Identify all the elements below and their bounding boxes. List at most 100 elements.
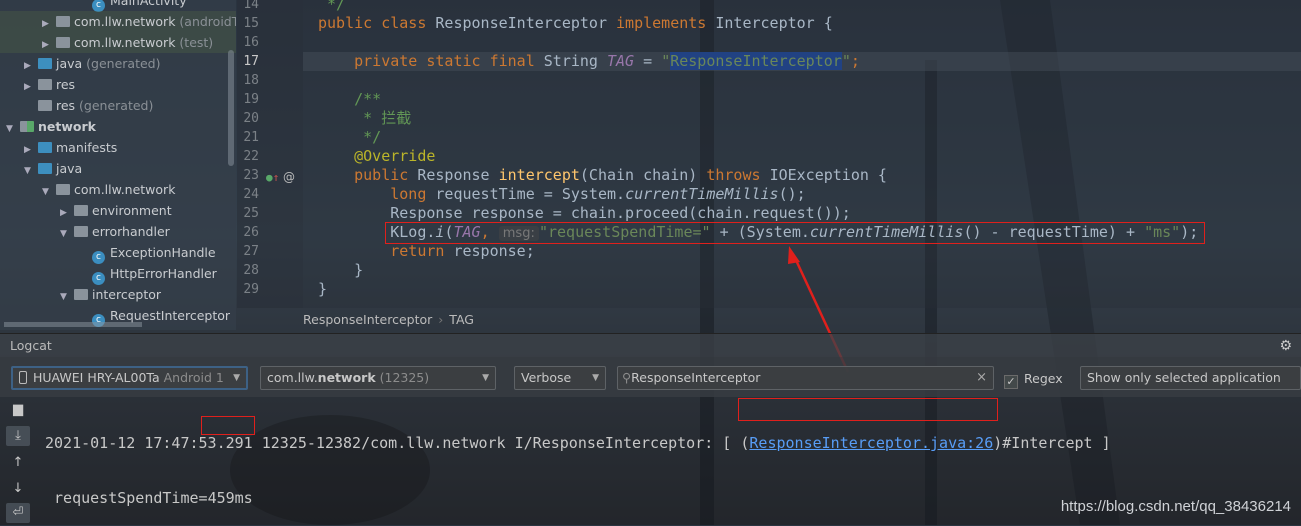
scrollbar[interactable] xyxy=(228,50,234,166)
package-icon xyxy=(56,16,70,27)
arrow-down-icon[interactable]: ↓ xyxy=(6,479,30,499)
tree-item-label: com.llw.network xyxy=(74,14,176,29)
tree-item[interactable]: c HttpErrorHandler xyxy=(0,263,236,285)
line-number: 14 xyxy=(243,0,259,12)
tree-item[interactable]: ▶com.llw.network (androidTest) xyxy=(0,11,236,32)
search-icon: ⚲ xyxy=(622,370,632,385)
code-line[interactable]: } xyxy=(318,280,327,299)
code-line[interactable]: * 拦截 xyxy=(318,109,411,128)
module-icon xyxy=(20,121,34,132)
line-number: 25 xyxy=(243,206,259,221)
code-token: Response xyxy=(417,166,499,184)
tree-item-label: res xyxy=(56,77,76,92)
tree-item[interactable]: c ExceptionHandle xyxy=(0,242,236,264)
tree-item-label: MainActivity xyxy=(110,0,187,8)
code-line[interactable]: return response; xyxy=(318,242,535,261)
annotation-highlight-value xyxy=(201,416,255,435)
code-token: } xyxy=(318,261,364,279)
process-select[interactable]: com.llw.network (12325) ▼ xyxy=(260,366,496,390)
chevron-down-icon: ▼ xyxy=(233,373,240,383)
log-prefix: 2021-01-12 17:47:53.291 12325-12382/com.… xyxy=(45,434,750,452)
log-line: 2021-01-12 17:47:53.291 12325-12382/com.… xyxy=(45,434,1111,453)
logcat-search-input[interactable]: ⚲ResponseInterceptor × xyxy=(617,366,994,390)
code-line[interactable]: long requestTime = System.currentTimeMil… xyxy=(318,185,806,204)
tree-item[interactable]: c MainActivity xyxy=(0,0,236,12)
package-icon xyxy=(74,205,88,216)
tree-item[interactable]: res (generated) xyxy=(0,95,236,116)
code-token: ; xyxy=(850,52,860,70)
tree-item-label: res xyxy=(56,98,76,113)
tree-item-qualifier: (generated) xyxy=(75,98,154,113)
implements-method-icon[interactable]: ●↑ xyxy=(266,171,279,184)
horizontal-scrollbar[interactable] xyxy=(4,322,142,327)
code-token: requestTime = System. xyxy=(435,185,626,203)
tree-item[interactable]: ▶ manifests xyxy=(0,137,236,158)
code-line[interactable]: Response response = chain.proceed(chain.… xyxy=(318,204,851,223)
tree-item[interactable]: ▶ java (generated) xyxy=(0,53,236,74)
project-tree: cMainActivity▶com.llw.network (androidTe… xyxy=(0,0,236,330)
gear-icon[interactable]: ⚙ xyxy=(1279,334,1292,358)
package-icon xyxy=(56,184,70,195)
trash-icon[interactable]: ▆ xyxy=(6,400,30,420)
tree-item[interactable]: ▼ interceptor xyxy=(0,284,236,305)
device-android-version: Android 1 xyxy=(159,370,224,385)
code-line[interactable]: @Override xyxy=(318,147,435,166)
code-line[interactable]: /** xyxy=(318,90,381,109)
line-number: 28 xyxy=(243,263,259,278)
breadcrumb-class[interactable]: ResponseInterceptor xyxy=(303,312,432,327)
tree-item[interactable]: ▶ res xyxy=(0,74,236,95)
code-line[interactable]: */ xyxy=(318,128,381,147)
code-line[interactable]: private static final String TAG = "Respo… xyxy=(303,52,1301,71)
tree-item[interactable]: ▼ errorhandler xyxy=(0,221,236,242)
tree-item-qualifier: (test) xyxy=(175,35,214,50)
code-token: " xyxy=(661,52,671,70)
arrow-up-icon[interactable]: ↑ xyxy=(6,453,30,473)
log-suffix: )#Intercept ] xyxy=(993,434,1111,452)
line-number: 23 xyxy=(243,168,259,183)
code-line[interactable]: */ xyxy=(318,0,345,14)
code-token: TAG xyxy=(607,52,635,70)
tree-item[interactable]: ▼ java xyxy=(0,158,236,179)
log-message: requestSpendTime= xyxy=(45,489,208,507)
tree-item[interactable]: ▶ environment xyxy=(0,200,236,221)
code-token: return xyxy=(318,242,454,260)
tree-item-label: environment xyxy=(92,203,172,218)
code-token: Response response = chain.proceed(chain.… xyxy=(318,204,851,222)
tree-item[interactable]: ▶ com.llw.network (test) xyxy=(0,32,236,53)
code-line[interactable]: } xyxy=(318,261,363,280)
code-line[interactable]: public class ResponseInterceptor impleme… xyxy=(318,14,833,33)
code-editor[interactable]: */public class ResponseInterceptor imple… xyxy=(303,0,1301,308)
log-value: 459ms xyxy=(207,489,253,507)
code-token: } xyxy=(318,280,328,298)
regex-label: Regex xyxy=(1024,371,1063,386)
check-icon: ✓ xyxy=(1004,375,1018,389)
line-number: 27 xyxy=(243,244,259,259)
chevron-down-icon: ▼ xyxy=(592,373,599,383)
tree-item[interactable]: ▼ network xyxy=(0,116,236,137)
package-icon xyxy=(74,289,88,300)
log-line: requestSpendTime=459ms xyxy=(45,489,1111,508)
filter-select[interactable]: Show only selected application xyxy=(1080,366,1301,390)
line-number: 16 xyxy=(243,35,259,50)
source-link[interactable]: ResponseInterceptor.java:26 xyxy=(749,434,993,452)
override-annotation-icon[interactable]: @ xyxy=(283,170,295,184)
process-name: network xyxy=(317,370,376,385)
log-level-select[interactable]: Verbose ▼ xyxy=(514,366,606,390)
breadcrumb-field[interactable]: TAG xyxy=(449,312,474,327)
regex-checkbox[interactable]: ✓ Regex xyxy=(1004,371,1063,389)
code-token: @Override xyxy=(318,147,436,165)
clear-icon[interactable]: × xyxy=(976,367,987,389)
device-select[interactable]: HUAWEI HRY-AL00Ta Android 1 ▼ xyxy=(11,366,248,390)
tree-item-label: manifests xyxy=(56,140,118,155)
line-number-gutter: ●↑ @ 14 15 16 17 18 19 20 21 22 23 24 25 26 27 28 29 xyxy=(237,0,303,308)
line-number: 29 xyxy=(243,282,259,297)
scroll-to-end-icon[interactable]: ⤓ xyxy=(6,426,30,446)
code-line[interactable]: public Response intercept(Chain chain) t… xyxy=(318,166,887,185)
tree-item-label: HttpErrorHandler xyxy=(110,266,217,281)
code-token: */ xyxy=(318,128,382,146)
code-token: throws xyxy=(706,166,770,184)
tree-item[interactable]: ▼ com.llw.network xyxy=(0,179,236,200)
soft-wrap-icon[interactable]: ⏎ xyxy=(6,503,30,523)
line-number: 19 xyxy=(243,92,259,107)
code-token: (); xyxy=(778,185,806,203)
